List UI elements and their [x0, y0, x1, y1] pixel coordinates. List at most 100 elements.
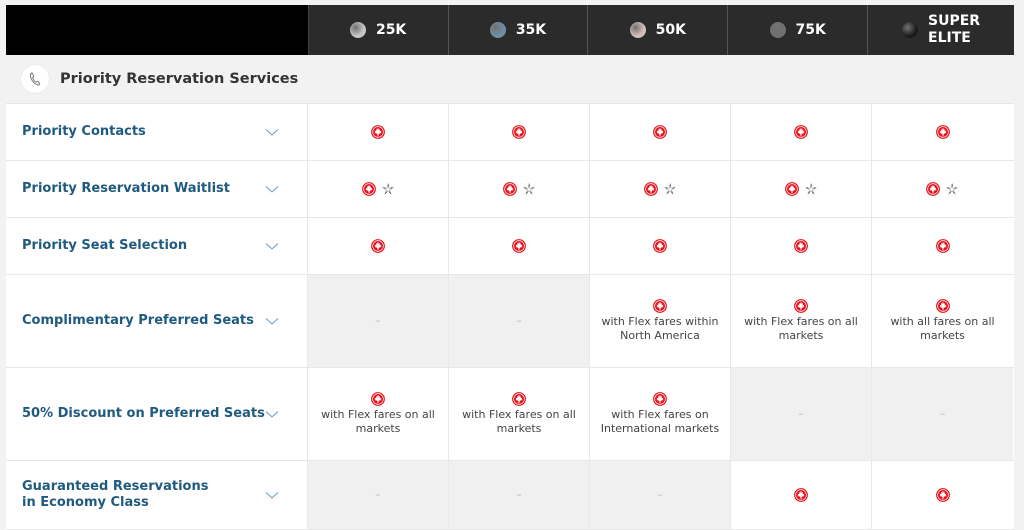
aeroplan-maple-leaf-icon — [794, 298, 808, 313]
not-available-dash: – — [798, 406, 804, 420]
tier-cell-50k: – — [590, 461, 731, 529]
benefit-label-toggle[interactable]: Complimentary Preferred Seats — [6, 275, 308, 367]
tier-cell-35k: with Flex fares on all markets — [449, 368, 590, 460]
tier-cell-super-elite — [872, 161, 1013, 217]
benefit-note: with Flex fares within North America — [601, 314, 719, 343]
tier-cell-75k — [731, 104, 872, 160]
tier-header-75k: 75K — [728, 5, 869, 55]
chevron-down-icon[interactable] — [265, 125, 279, 139]
tier-cell-35k: – — [449, 461, 590, 529]
tier-label: SUPER ELITE — [928, 13, 981, 46]
benefit-label: Priority Contacts — [22, 124, 146, 139]
benefit-icons — [794, 298, 808, 313]
tier-badge-icon — [489, 22, 506, 38]
aeroplan-maple-leaf-icon — [371, 391, 385, 406]
benefit-row-guaranteed-reservations-in-economy-class: Guaranteed Reservations in Economy Class… — [6, 461, 1014, 530]
benefit-row-complimentary-preferred-seats: Complimentary Preferred Seats – – with Flex… — [6, 275, 1014, 368]
benefit-label: Priority Seat Selection — [22, 238, 188, 253]
star-alliance-icon — [663, 182, 677, 196]
benefit-note: with Flex fares on all markets — [321, 407, 435, 436]
chevron-down-icon[interactable] — [265, 239, 279, 253]
benefit-label-toggle[interactable]: Priority Reservation Waitlist — [6, 161, 308, 217]
benefit-icons — [935, 239, 950, 253]
not-available-dash: – — [375, 487, 381, 501]
tier-cell-25k — [308, 218, 449, 274]
benefit-note: with Flex fares on International markets — [600, 407, 720, 436]
benefit-icons — [784, 182, 818, 196]
section-title: Priority Reservation Services — [60, 71, 299, 87]
not-available-dash: – — [375, 313, 381, 327]
tier-label: 25K — [375, 21, 407, 38]
tier-cell-50k — [590, 104, 731, 160]
benefit-icons — [502, 182, 536, 196]
benefit-icons — [653, 298, 667, 313]
tier-badge-icon — [629, 22, 646, 38]
star-alliance-icon — [945, 182, 959, 196]
tier-cell-25k — [308, 104, 449, 160]
tier-cell-35k: – — [449, 275, 590, 367]
chevron-down-icon[interactable] — [265, 407, 279, 421]
star-alliance-icon — [381, 182, 395, 196]
tier-label: 75K — [795, 21, 826, 38]
not-available-dash: – — [516, 313, 522, 327]
benefit-row-priority-contacts: Priority Contacts — [6, 104, 1014, 161]
benefit-label: Guaranteed Reservations in Economy Class — [22, 479, 209, 510]
tier-header-25k: 25K — [308, 5, 449, 55]
benefit-icons — [935, 298, 950, 313]
aeroplan-maple-leaf-icon — [794, 125, 808, 139]
benefit-label-toggle[interactable]: Priority Contacts — [6, 104, 308, 160]
chevron-down-icon[interactable] — [265, 488, 279, 502]
chevron-down-icon[interactable] — [265, 314, 279, 328]
tier-cell-35k — [449, 161, 590, 217]
benefit-row-priority-reservation-waitlist: Priority Reservation Waitlist — [6, 161, 1014, 218]
tier-cell-75k — [731, 161, 872, 217]
aeroplan-maple-leaf-icon — [653, 125, 667, 139]
tier-cell-50k — [590, 161, 731, 217]
aeroplan-maple-leaf-icon — [935, 239, 950, 253]
tier-header-row: 25K 35K 50K 75K SUPER ELITE — [6, 5, 1014, 55]
tier-cell-super-elite: – — [872, 368, 1013, 460]
benefit-note: with all fares on all markets — [890, 314, 995, 343]
aeroplan-maple-leaf-icon — [502, 182, 517, 196]
tier-cell-super-elite — [872, 218, 1013, 274]
aeroplan-maple-leaf-icon — [512, 391, 526, 406]
tier-cell-25k: – — [308, 461, 449, 529]
tier-cell-75k: – — [731, 368, 872, 460]
benefit-icons — [653, 125, 667, 139]
benefit-label-toggle[interactable]: Guaranteed Reservations in Economy Class — [6, 461, 308, 529]
tier-cell-50k — [590, 218, 731, 274]
aeroplan-maple-leaf-icon — [361, 182, 376, 196]
tier-badge-icon — [349, 22, 366, 38]
aeroplan-maple-leaf-icon — [935, 298, 950, 313]
aeroplan-maple-leaf-icon — [794, 239, 808, 253]
benefit-icons — [512, 125, 526, 139]
benefit-icons — [371, 125, 385, 139]
benefit-row-50-discount-on-preferred-seats: 50% Discount on Preferred Seats with Flex… — [6, 368, 1014, 461]
tier-header-35k: 35K — [448, 5, 589, 55]
benefit-label-toggle[interactable]: 50% Discount on Preferred Seats — [6, 368, 308, 460]
chevron-down-icon[interactable] — [265, 182, 279, 196]
tier-cell-35k — [449, 104, 590, 160]
tier-cell-super-elite — [872, 104, 1013, 160]
tier-label: 50K — [655, 21, 687, 38]
aeroplan-maple-leaf-icon — [926, 182, 940, 196]
benefit-icons — [653, 391, 667, 406]
star-alliance-icon — [522, 182, 536, 196]
benefit-icons — [361, 182, 395, 196]
benefit-label: Complimentary Preferred Seats — [22, 313, 254, 328]
tier-cell-75k — [731, 218, 872, 274]
section-header: Priority Reservation Services — [6, 55, 1014, 104]
benefit-note: with Flex fares on all markets — [462, 407, 576, 436]
benefit-row-priority-seat-selection: Priority Seat Selection — [6, 218, 1014, 275]
aeroplan-maple-leaf-icon — [653, 239, 667, 253]
aeroplan-maple-leaf-icon — [371, 239, 385, 253]
tier-header-50k: 50K — [588, 5, 729, 55]
benefit-label-toggle[interactable]: Priority Seat Selection — [6, 218, 308, 274]
benefit-label: 50% Discount on Preferred Seats — [22, 406, 265, 421]
benefit-icons — [935, 125, 950, 139]
benefit-note: with Flex fares on all markets — [744, 314, 858, 343]
not-available-dash: – — [657, 487, 663, 501]
tier-cell-25k: – — [308, 275, 449, 367]
benefit-icons — [794, 239, 808, 253]
aeroplan-maple-leaf-icon — [784, 182, 799, 196]
